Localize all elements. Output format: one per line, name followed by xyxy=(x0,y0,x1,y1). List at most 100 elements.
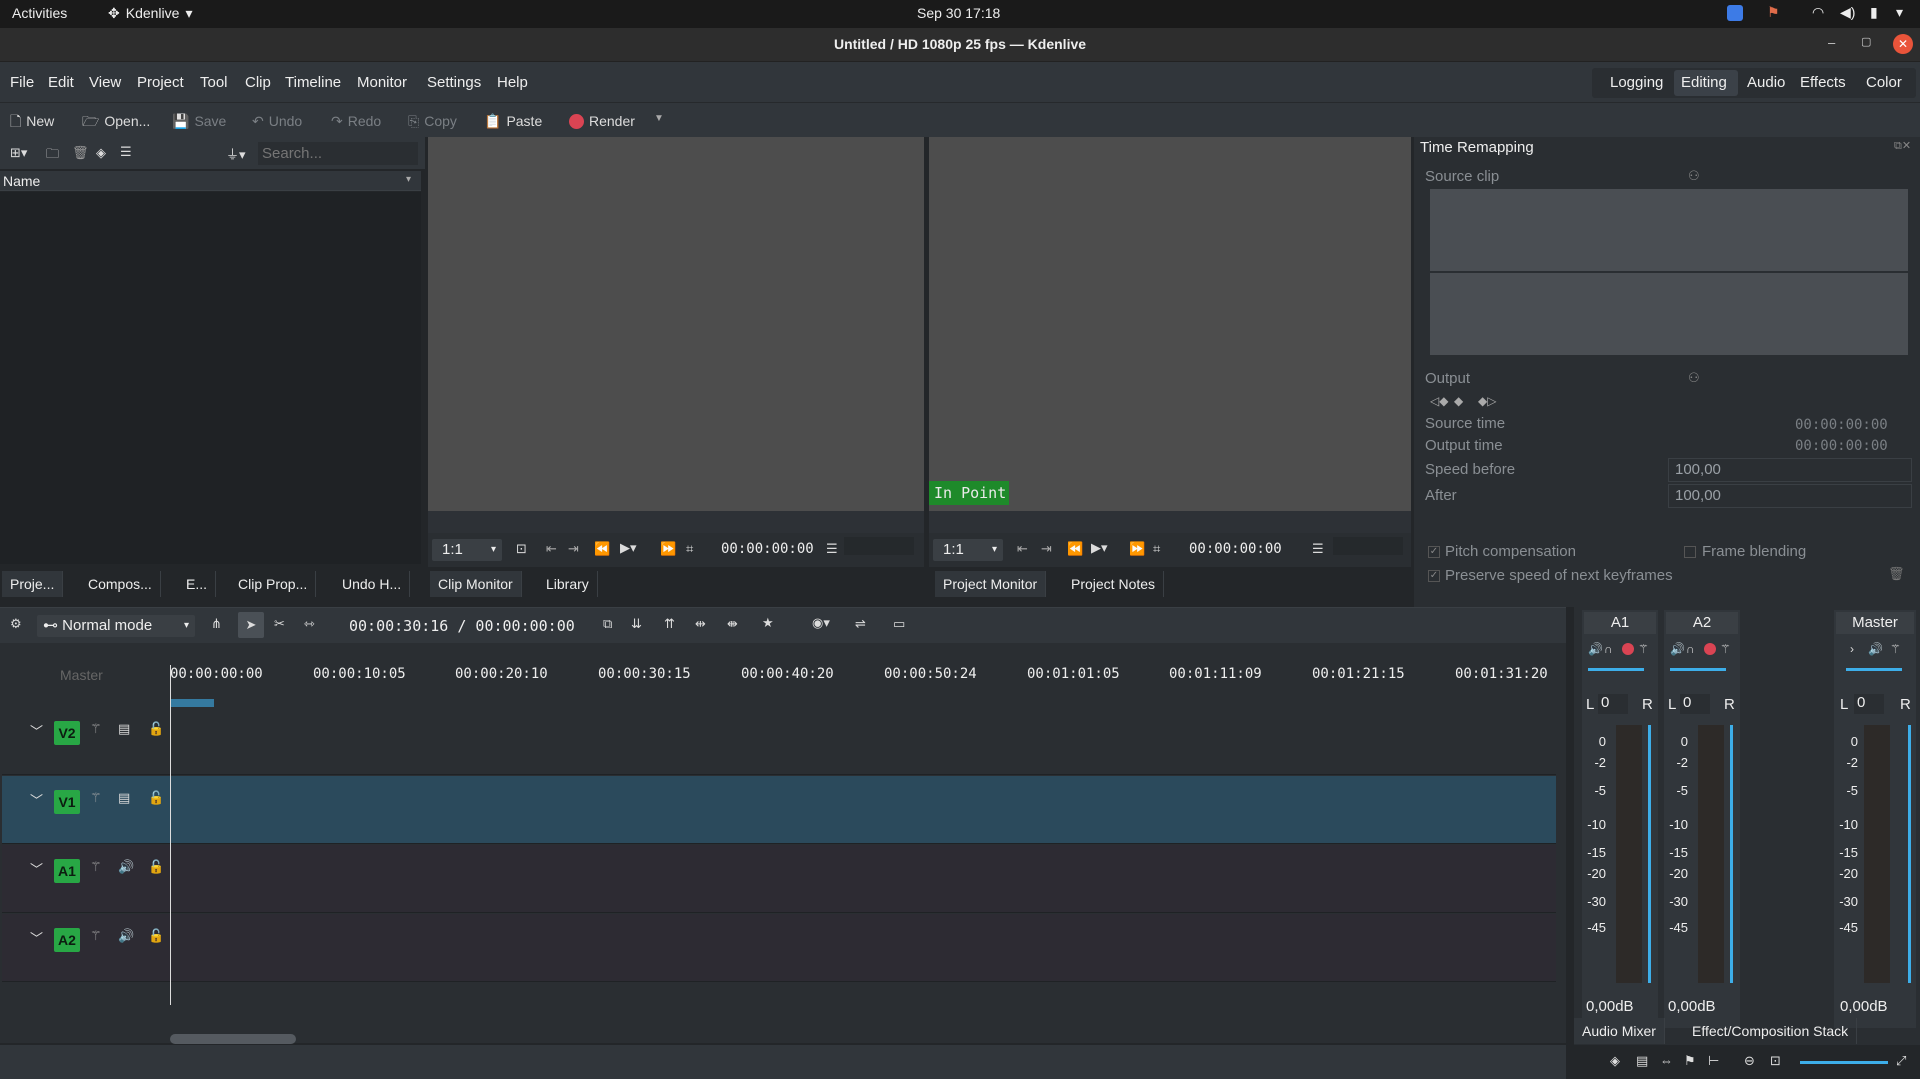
bin-column-header[interactable]: Name ▾ xyxy=(0,171,421,191)
speed-after-field[interactable]: 100,00 xyxy=(1668,484,1912,508)
track-a2[interactable]: ﹀ A2 ⚚ 🔊 🔓 xyxy=(2,914,1556,982)
add-folder-icon[interactable]: 🗀 xyxy=(46,145,59,167)
mixer-toggle-icon[interactable]: ⇌ xyxy=(855,616,866,632)
delete-icon[interactable]: 🗑 xyxy=(72,145,89,161)
collapse-chevron-icon[interactable]: ﹀ xyxy=(30,928,43,947)
collapse-chevron-icon[interactable]: ﹀ xyxy=(30,790,43,809)
monitor-menu-icon[interactable]: ☰ xyxy=(1312,541,1324,557)
source-time-value[interactable]: 00:00:00:00 xyxy=(1795,417,1888,433)
lock-icon[interactable]: 🔓 xyxy=(148,790,164,806)
add-clip-icon[interactable]: ⊞▾ xyxy=(10,145,27,161)
menu-project[interactable]: Project xyxy=(137,74,184,91)
menu-view[interactable]: View xyxy=(89,74,121,91)
layout-logging[interactable]: Logging xyxy=(1610,74,1663,91)
save-button[interactable]: 💾 Save xyxy=(172,110,226,132)
layout-effects[interactable]: Effects xyxy=(1800,74,1846,91)
favorite-star-icon[interactable]: ★ xyxy=(762,615,774,631)
fit-zoom-icon[interactable]: ⊡ xyxy=(516,541,527,557)
track-v1[interactable]: ﹀ V1 ⚚ ▤ 🔓 xyxy=(2,776,1556,844)
monitor-menu-icon[interactable]: ☰ xyxy=(826,541,838,557)
float-close-icon[interactable]: ⧉✕ xyxy=(1894,139,1911,153)
menu-file[interactable]: File xyxy=(10,74,34,91)
effects-wand-icon[interactable]: ⚚ xyxy=(90,790,102,806)
output-time-value[interactable]: 00:00:00:00 xyxy=(1795,438,1888,454)
filter-icon[interactable]: ⏚▾ xyxy=(226,144,246,163)
tab-compositions[interactable]: Compos... xyxy=(80,571,161,597)
effects-icon[interactable]: ⚚ xyxy=(1890,642,1901,656)
pan-value[interactable]: 0 xyxy=(1854,694,1884,714)
set-out-point-icon[interactable]: ⇥ xyxy=(1041,541,1052,557)
track-v2-tag[interactable]: V2 xyxy=(54,721,80,745)
edit-mode-select[interactable]: ⊷ Normal mode ▾ xyxy=(37,615,195,637)
razor-tool-icon[interactable]: ✂ xyxy=(274,616,285,632)
effects-wand-icon[interactable]: ⚚ xyxy=(90,721,102,737)
maximize-icon[interactable]: ▢ xyxy=(1861,35,1871,48)
tab-undo-history[interactable]: Undo H... xyxy=(334,571,411,597)
effects-icon[interactable]: ⚚ xyxy=(1638,642,1649,656)
layout-editing[interactable]: Editing xyxy=(1681,74,1727,91)
timeline-scrollbar[interactable] xyxy=(170,1034,296,1044)
paste-button[interactable]: 📋 Paste xyxy=(484,110,542,132)
timeline-settings-icon[interactable]: ⚙ xyxy=(10,616,22,632)
play-icon[interactable]: ▶▾ xyxy=(1091,540,1108,556)
tab-effects[interactable]: E... xyxy=(178,571,217,597)
pan-slider[interactable] xyxy=(1588,668,1644,671)
layout-audio[interactable]: Audio xyxy=(1747,74,1785,91)
pan-slider[interactable] xyxy=(1846,668,1902,671)
project-monitor-timecode[interactable]: 00:00:00:00 xyxy=(1189,541,1282,557)
extract-icon[interactable]: ⇹ xyxy=(695,616,706,632)
render-menu-chevron-icon[interactable]: ▼ xyxy=(654,113,664,124)
tab-audio-mixer[interactable]: Audio Mixer xyxy=(1574,1018,1665,1044)
new-button[interactable]: 🗋 New xyxy=(10,110,54,132)
set-in-point-icon[interactable]: ⇤ xyxy=(546,541,557,557)
video-toggle-icon[interactable]: ▤ xyxy=(118,721,130,737)
source-clip-view[interactable] xyxy=(1430,189,1908,271)
output-clip-view[interactable] xyxy=(1430,273,1908,355)
subtitle-icon[interactable]: ▭ xyxy=(893,616,905,632)
menu-tool[interactable]: Tool xyxy=(200,74,228,91)
mute-icon[interactable]: 🔊 xyxy=(1588,642,1603,656)
insert-zone-icon[interactable]: ⧉ xyxy=(603,616,612,632)
layout-color[interactable]: Color xyxy=(1866,74,1902,91)
zoom-slider[interactable] xyxy=(1800,1061,1888,1064)
keyframe-next-icon[interactable]: ◆▷ xyxy=(1478,394,1496,408)
close-icon[interactable]: ✕ xyxy=(1893,34,1913,54)
volume-slider[interactable] xyxy=(1730,725,1733,983)
track-v1-tag[interactable]: V1 xyxy=(54,790,80,814)
set-out-point-icon[interactable]: ⇥ xyxy=(568,541,579,557)
select-tool-icon[interactable]: ➤ xyxy=(238,612,264,638)
render-button[interactable]: Render xyxy=(569,110,635,132)
pan-value[interactable]: 0 xyxy=(1680,694,1710,714)
zone-icon[interactable]: ⊢ xyxy=(1708,1053,1719,1069)
menu-timeline[interactable]: Timeline xyxy=(285,74,341,91)
app-menu[interactable]: ✥ Kdenlive ▾ xyxy=(108,5,192,22)
rewind-icon[interactable]: ⏪ xyxy=(594,541,610,557)
system-menu-chevron-icon[interactable]: ▾ xyxy=(1896,4,1903,21)
zoom-out-icon[interactable]: ⊖ xyxy=(1744,1053,1755,1069)
pan-slider[interactable] xyxy=(1670,668,1726,671)
preserve-speed-checkbox[interactable]: ✓ xyxy=(1428,570,1440,582)
record-icon[interactable] xyxy=(1704,643,1716,655)
collapse-chevron-icon[interactable]: ﹀ xyxy=(30,721,43,740)
flag-icon[interactable]: ⚑ xyxy=(1684,1053,1696,1069)
crop-icon[interactable]: ⌗ xyxy=(1153,541,1160,557)
effects-wand-icon[interactable]: ⚚ xyxy=(90,859,102,875)
bin-search-input[interactable] xyxy=(258,142,418,165)
tab-project-monitor[interactable]: Project Monitor xyxy=(935,571,1047,597)
track-a2-tag[interactable]: A2 xyxy=(54,928,80,952)
crop-icon[interactable]: ⌗ xyxy=(686,541,693,557)
lock-icon[interactable]: 🔓 xyxy=(148,928,164,944)
set-in-point-icon[interactable]: ⇤ xyxy=(1017,541,1028,557)
menu-edit[interactable]: Edit xyxy=(48,74,74,91)
undo-button[interactable]: ↶ Undo xyxy=(252,110,302,132)
menu-clip[interactable]: Clip xyxy=(245,74,271,91)
track-v2[interactable]: ﹀ V2 ⚚ ▤ 🔓 xyxy=(2,707,1556,775)
timeline-position[interactable]: 00:00:30:16 / 00:00:00:00 xyxy=(349,617,575,635)
link-icon[interactable]: ⚇ xyxy=(1688,168,1700,184)
tab-project-bin[interactable]: Proje... xyxy=(2,571,64,597)
lock-icon[interactable]: 🔓 xyxy=(148,721,164,737)
snap-icon[interactable]: ⇔ xyxy=(1660,1053,1673,1068)
notification-icon[interactable]: ⚑ xyxy=(1767,4,1780,21)
copy-button[interactable]: ⎘ Copy xyxy=(408,110,457,132)
keyframe-add-icon[interactable]: ◆ xyxy=(1454,394,1463,408)
